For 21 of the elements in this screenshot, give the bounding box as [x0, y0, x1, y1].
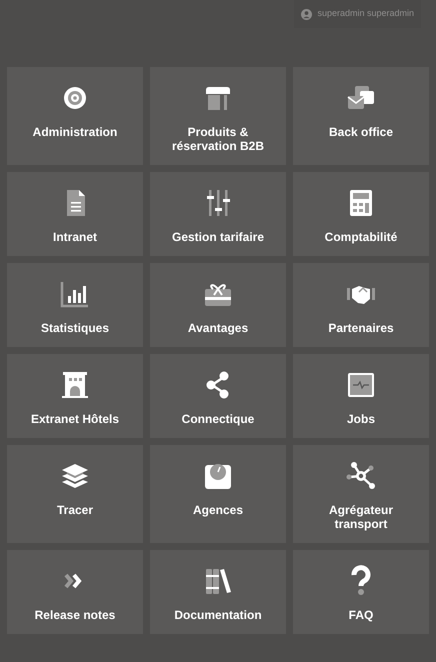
app-tile[interactable]: Jobs: [293, 354, 429, 438]
app-tile[interactable]: Avantages: [150, 263, 286, 347]
app-tile[interactable]: Connectique: [150, 354, 286, 438]
app-tile[interactable]: Back office: [293, 67, 429, 165]
building-icon: [59, 369, 91, 401]
app-tile[interactable]: Documentation: [150, 550, 286, 634]
app-tile[interactable]: Comptabilité: [293, 172, 429, 256]
app-tile[interactable]: Statistiques: [7, 263, 143, 347]
app-tile[interactable]: Partenaires: [293, 263, 429, 347]
app-tile[interactable]: Agrégateur transport: [293, 445, 429, 543]
app-tile[interactable]: FAQ: [293, 550, 429, 634]
app-tile[interactable]: Tracer: [7, 445, 143, 543]
app-tile[interactable]: Intranet: [7, 172, 143, 256]
app-tile[interactable]: Administration: [7, 67, 143, 165]
app-tile[interactable]: Produits & réservation B2B: [150, 67, 286, 165]
app-tile[interactable]: Extranet Hôtels: [7, 354, 143, 438]
user-icon: [301, 8, 312, 20]
network-icon: [345, 460, 377, 492]
app-tile[interactable]: Release notes: [7, 550, 143, 634]
app-tile[interactable]: Agences: [150, 445, 286, 543]
app-tile[interactable]: Gestion tarifaire: [150, 172, 286, 256]
